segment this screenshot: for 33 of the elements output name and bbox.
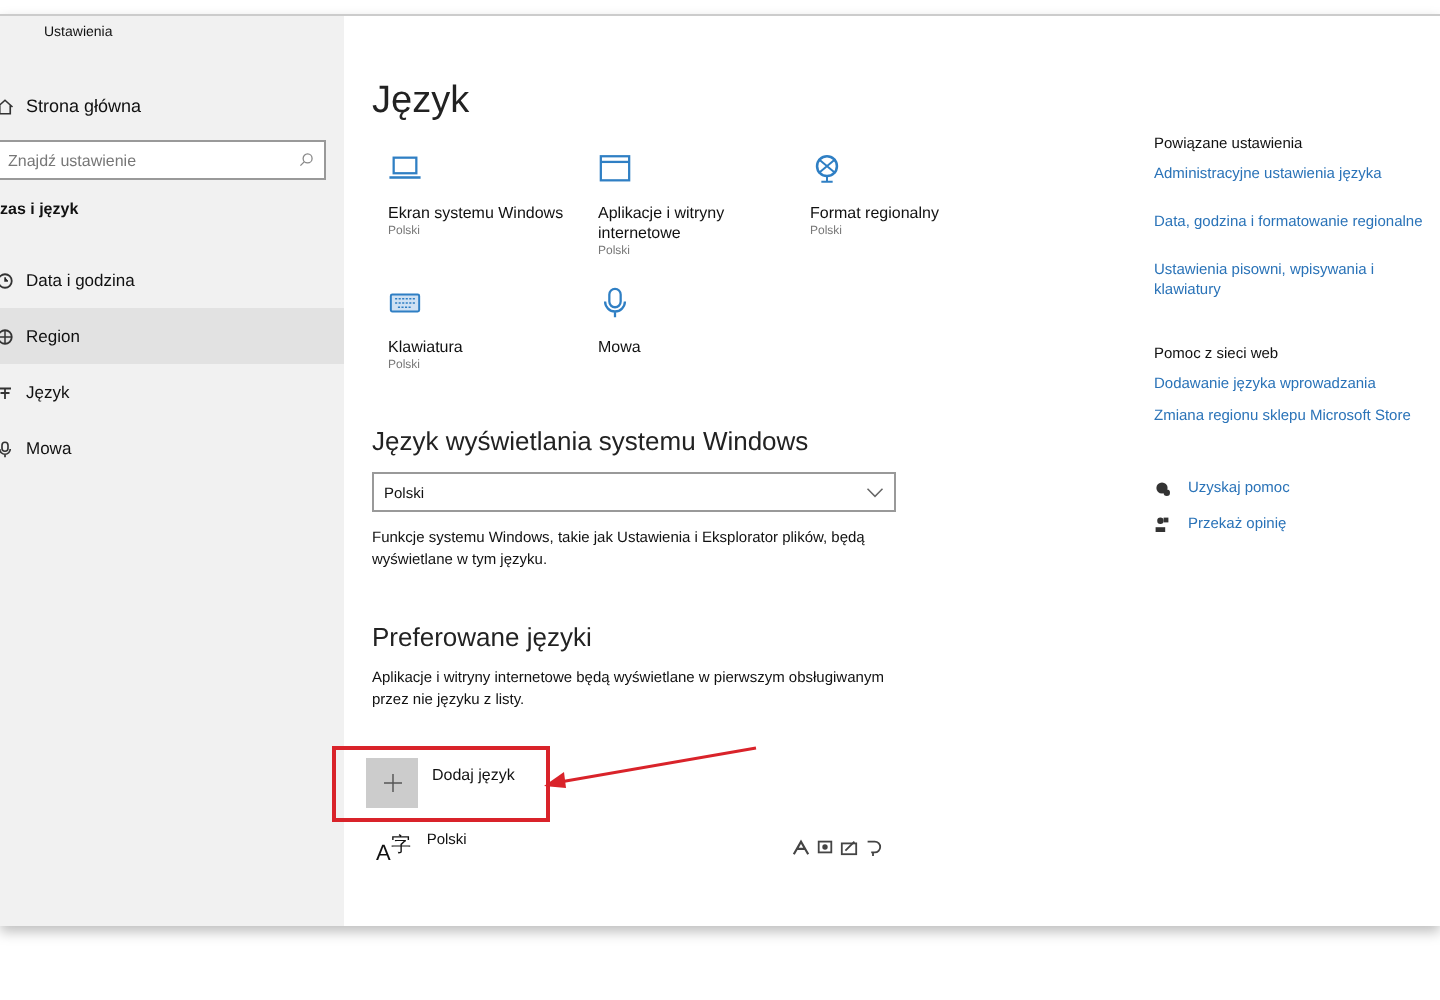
window-icon xyxy=(598,152,632,186)
plus-icon xyxy=(383,774,401,792)
microphone-icon xyxy=(598,286,632,320)
tile-link[interactable]: Aplikacje i witryny internetowe xyxy=(598,204,790,244)
sidebar-item[interactable]: Język xyxy=(0,364,344,420)
tile-link[interactable]: Klawiatura xyxy=(388,338,580,358)
sidebar-item[interactable]: Region xyxy=(0,308,344,364)
tile-link[interactable]: Mowa xyxy=(598,338,790,358)
globe-icon xyxy=(0,327,14,345)
home-icon xyxy=(0,97,14,115)
speech-icon xyxy=(816,838,834,856)
search-icon xyxy=(298,152,314,168)
clock-icon xyxy=(0,271,14,289)
home-link[interactable]: Strona główna xyxy=(0,92,344,120)
tile-link[interactable]: Format regionalny xyxy=(810,204,1002,224)
handwriting-icon xyxy=(840,838,858,856)
feedback-icon xyxy=(1154,516,1170,532)
text-icon xyxy=(792,838,810,856)
search-field[interactable]: Znajdź ustawienie xyxy=(0,140,326,180)
microphone-icon xyxy=(0,439,14,457)
sidebar-item[interactable]: Mowa xyxy=(0,420,344,476)
section-heading: zas i język xyxy=(0,200,81,222)
chevron-icon xyxy=(866,487,884,497)
page-title: Język xyxy=(372,80,472,124)
add-button[interactable] xyxy=(366,758,418,808)
globe-icon xyxy=(810,152,844,186)
sidebar-item[interactable]: Data i godzina xyxy=(0,252,344,308)
help-chat-icon xyxy=(1154,480,1170,496)
section-heading: Preferowane języki xyxy=(372,622,594,652)
add-language-link[interactable]: Dodaj język xyxy=(432,766,515,784)
language-icon xyxy=(0,383,14,401)
tile-link[interactable]: Ekran systemu Windows xyxy=(388,204,580,224)
section-heading: Język wyświetlania systemu Windows xyxy=(372,426,811,456)
